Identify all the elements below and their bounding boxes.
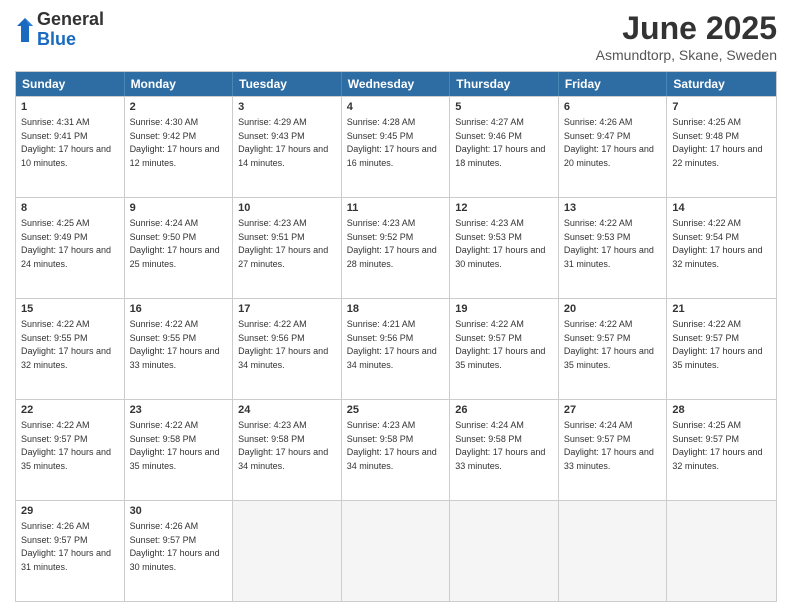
cell-9: 9 Sunrise: 4:24 AMSunset: 9:50 PMDayligh…	[125, 198, 234, 298]
cell-8: 8 Sunrise: 4:25 AMSunset: 9:49 PMDayligh…	[16, 198, 125, 298]
header: General Blue June 2025 Asmundtorp, Skane…	[15, 10, 777, 63]
header-tuesday: Tuesday	[233, 72, 342, 96]
month-title: June 2025	[596, 10, 777, 47]
header-sunday: Sunday	[16, 72, 125, 96]
cell-empty-4	[559, 501, 668, 601]
cell-2: 2 Sunrise: 4:30 AMSunset: 9:42 PMDayligh…	[125, 97, 234, 197]
cell-22: 22 Sunrise: 4:22 AMSunset: 9:57 PMDaylig…	[16, 400, 125, 500]
header-monday: Monday	[125, 72, 234, 96]
cell-21: 21 Sunrise: 4:22 AMSunset: 9:57 PMDaylig…	[667, 299, 776, 399]
cell-23: 23 Sunrise: 4:22 AMSunset: 9:58 PMDaylig…	[125, 400, 234, 500]
cell-24: 24 Sunrise: 4:23 AMSunset: 9:58 PMDaylig…	[233, 400, 342, 500]
cell-5: 5 Sunrise: 4:27 AMSunset: 9:46 PMDayligh…	[450, 97, 559, 197]
header-wednesday: Wednesday	[342, 72, 451, 96]
cell-17: 17 Sunrise: 4:22 AMSunset: 9:56 PMDaylig…	[233, 299, 342, 399]
cell-6: 6 Sunrise: 4:26 AMSunset: 9:47 PMDayligh…	[559, 97, 668, 197]
title-block: June 2025 Asmundtorp, Skane, Sweden	[596, 10, 777, 63]
cal-row-1: 1 Sunrise: 4:31 AMSunset: 9:41 PMDayligh…	[16, 96, 776, 197]
calendar-header: Sunday Monday Tuesday Wednesday Thursday…	[16, 72, 776, 96]
logo-general: General	[37, 9, 104, 29]
cell-20: 20 Sunrise: 4:22 AMSunset: 9:57 PMDaylig…	[559, 299, 668, 399]
cell-1: 1 Sunrise: 4:31 AMSunset: 9:41 PMDayligh…	[16, 97, 125, 197]
cal-row-3: 15 Sunrise: 4:22 AMSunset: 9:55 PMDaylig…	[16, 298, 776, 399]
header-thursday: Thursday	[450, 72, 559, 96]
calendar: Sunday Monday Tuesday Wednesday Thursday…	[15, 71, 777, 602]
cell-15: 15 Sunrise: 4:22 AMSunset: 9:55 PMDaylig…	[16, 299, 125, 399]
cell-empty-5	[667, 501, 776, 601]
header-friday: Friday	[559, 72, 668, 96]
location-subtitle: Asmundtorp, Skane, Sweden	[596, 47, 777, 63]
cell-13: 13 Sunrise: 4:22 AMSunset: 9:53 PMDaylig…	[559, 198, 668, 298]
cell-18: 18 Sunrise: 4:21 AMSunset: 9:56 PMDaylig…	[342, 299, 451, 399]
cell-26: 26 Sunrise: 4:24 AMSunset: 9:58 PMDaylig…	[450, 400, 559, 500]
cell-7: 7 Sunrise: 4:25 AMSunset: 9:48 PMDayligh…	[667, 97, 776, 197]
cal-row-4: 22 Sunrise: 4:22 AMSunset: 9:57 PMDaylig…	[16, 399, 776, 500]
logo: General Blue	[15, 10, 104, 50]
calendar-body: 1 Sunrise: 4:31 AMSunset: 9:41 PMDayligh…	[16, 96, 776, 601]
logo-blue: Blue	[37, 29, 76, 49]
cell-empty-1	[233, 501, 342, 601]
header-saturday: Saturday	[667, 72, 776, 96]
cell-25: 25 Sunrise: 4:23 AMSunset: 9:58 PMDaylig…	[342, 400, 451, 500]
cell-3: 3 Sunrise: 4:29 AMSunset: 9:43 PMDayligh…	[233, 97, 342, 197]
cell-12: 12 Sunrise: 4:23 AMSunset: 9:53 PMDaylig…	[450, 198, 559, 298]
cell-14: 14 Sunrise: 4:22 AMSunset: 9:54 PMDaylig…	[667, 198, 776, 298]
cell-empty-2	[342, 501, 451, 601]
page: General Blue June 2025 Asmundtorp, Skane…	[0, 0, 792, 612]
cell-11: 11 Sunrise: 4:23 AMSunset: 9:52 PMDaylig…	[342, 198, 451, 298]
cell-4: 4 Sunrise: 4:28 AMSunset: 9:45 PMDayligh…	[342, 97, 451, 197]
cell-10: 10 Sunrise: 4:23 AMSunset: 9:51 PMDaylig…	[233, 198, 342, 298]
cal-row-2: 8 Sunrise: 4:25 AMSunset: 9:49 PMDayligh…	[16, 197, 776, 298]
cell-27: 27 Sunrise: 4:24 AMSunset: 9:57 PMDaylig…	[559, 400, 668, 500]
cell-16: 16 Sunrise: 4:22 AMSunset: 9:55 PMDaylig…	[125, 299, 234, 399]
cell-19: 19 Sunrise: 4:22 AMSunset: 9:57 PMDaylig…	[450, 299, 559, 399]
cell-28: 28 Sunrise: 4:25 AMSunset: 9:57 PMDaylig…	[667, 400, 776, 500]
cell-30: 30 Sunrise: 4:26 AMSunset: 9:57 PMDaylig…	[125, 501, 234, 601]
logo-icon	[15, 16, 35, 44]
cell-29: 29 Sunrise: 4:26 AMSunset: 9:57 PMDaylig…	[16, 501, 125, 601]
cal-row-5: 29 Sunrise: 4:26 AMSunset: 9:57 PMDaylig…	[16, 500, 776, 601]
cell-empty-3	[450, 501, 559, 601]
